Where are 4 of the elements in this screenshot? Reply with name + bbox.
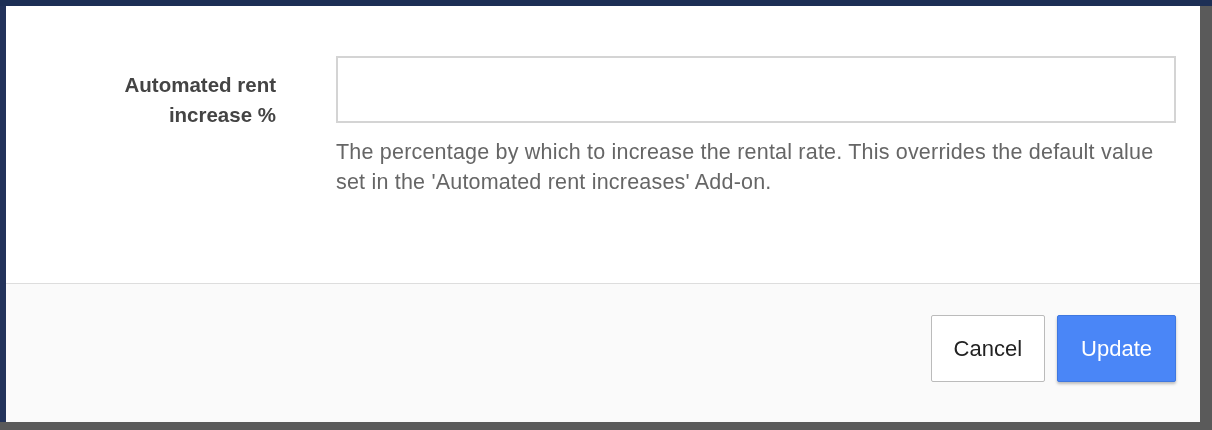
field-label: Automated rent increase % xyxy=(123,72,276,128)
help-text: The percentage by which to increase the rental rate. This overrides the default value set in the 'Automated rent increases' Add-on. xyxy=(336,139,1155,196)
input-field[interactable] xyxy=(336,56,1176,123)
cancel-button[interactable]: Cancel xyxy=(930,315,1046,382)
